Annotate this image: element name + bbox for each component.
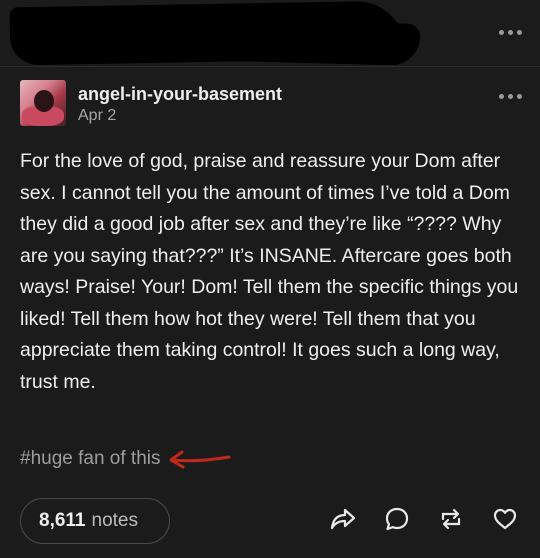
tag-row: #huge fan of this xyxy=(20,447,233,470)
header-more-options-icon[interactable] xyxy=(499,30,522,35)
notes-button[interactable]: 8,611 notes xyxy=(20,498,170,544)
like-icon[interactable] xyxy=(492,506,518,532)
post-username[interactable]: angel-in-your-basement xyxy=(78,84,282,105)
post-actions xyxy=(330,506,518,532)
post-date: Apr 2 xyxy=(78,107,117,124)
notes-label: notes xyxy=(91,510,138,531)
redaction-scribble xyxy=(119,16,421,66)
redacted-header xyxy=(0,0,540,66)
post-more-options-icon[interactable] xyxy=(499,94,522,99)
header-divider xyxy=(0,66,540,67)
share-icon[interactable] xyxy=(330,506,356,532)
post-body-text: For the love of god, praise and reassure… xyxy=(20,150,519,393)
post-tag[interactable]: #huge fan of this xyxy=(20,448,161,470)
notes-count: 8,611 xyxy=(39,510,86,531)
reply-icon[interactable] xyxy=(384,506,410,532)
avatar[interactable] xyxy=(20,80,66,126)
reblog-icon[interactable] xyxy=(438,506,464,532)
red-arrow-annotation-icon xyxy=(169,450,230,469)
